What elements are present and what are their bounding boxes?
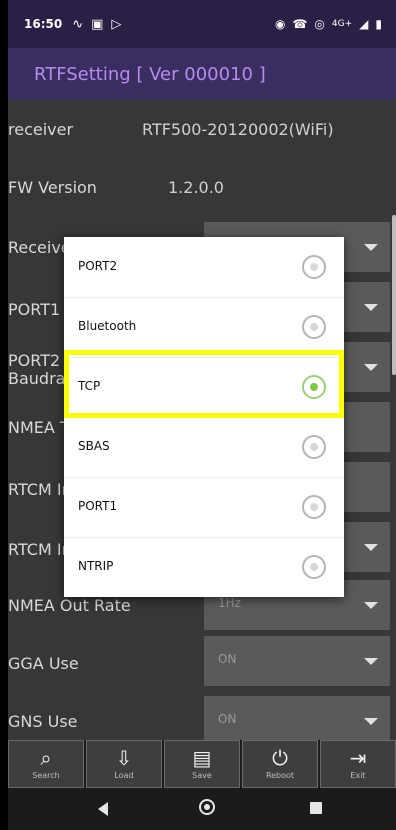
option-tcp[interactable]: TCP — [64, 357, 344, 418]
rtcm-in2-label: RTCM In — [8, 540, 72, 559]
option-ntrip[interactable]: NTRIP — [64, 537, 344, 597]
option-label: TCP — [78, 379, 101, 393]
status-bar: 16:50 ∿ ▣ ▷ ◉ ☎ ◎ 4G+ ◢ ▮ — [8, 0, 396, 48]
gns-value: ON — [218, 712, 237, 726]
chevron-down-icon — [364, 718, 378, 725]
clock: 16:50 — [24, 17, 63, 31]
nmea-label: NMEA T — [8, 418, 70, 437]
exit-icon: ⇥ — [349, 746, 367, 770]
vibrate-icon: ◉ — [274, 17, 286, 31]
chevron-down-icon — [364, 304, 378, 311]
search-icon: ⌕ — [40, 746, 52, 770]
radio-button[interactable] — [302, 555, 326, 579]
power-icon: ⏻ — [272, 746, 288, 770]
photo-icon: ▣ — [91, 16, 104, 32]
scrollbar[interactable] — [392, 215, 396, 375]
option-sbas[interactable]: SBAS — [64, 417, 344, 478]
port1-label: PORT1 — [8, 300, 61, 319]
home-icon[interactable] — [199, 799, 215, 815]
system-nav-bar — [8, 788, 396, 830]
hotspot-icon: ◎ — [314, 17, 325, 31]
exit-button[interactable]: ⇥ Exit — [320, 740, 396, 788]
load-button[interactable]: ⇩ Load — [86, 740, 162, 788]
nmea-rate-label: NMEA Out Rate — [8, 596, 131, 615]
recents-icon[interactable] — [310, 802, 322, 814]
radio-button[interactable] — [302, 315, 326, 339]
fw-label: FW Version — [8, 178, 97, 197]
battery-icon: ▮ — [375, 17, 382, 31]
radio-button[interactable] — [302, 435, 326, 459]
fw-value: 1.2.0.0 — [168, 178, 224, 197]
radio-button[interactable] — [302, 495, 326, 519]
call-wifi-icon: ☎ — [292, 17, 308, 31]
gns-label: GNS Use — [8, 712, 78, 731]
option-bluetooth[interactable]: Bluetooth — [64, 297, 344, 358]
nmea-rate-value: 1Hz — [218, 596, 241, 610]
gga-value: ON — [218, 652, 237, 666]
reboot-button[interactable]: ⏻ Reboot — [242, 740, 318, 788]
radio-button-selected[interactable] — [302, 375, 326, 399]
save-icon: ▤ — [192, 746, 212, 770]
option-label: PORT2 — [78, 259, 118, 273]
back-icon[interactable] — [98, 802, 108, 816]
receiver-label: receiver — [8, 120, 74, 139]
chevron-down-icon — [364, 244, 378, 251]
gga-spinner[interactable]: ON — [204, 636, 390, 686]
app-bar: RTFSetting [ Ver 000010 ] — [8, 48, 396, 100]
option-label: SBAS — [78, 439, 110, 453]
load-icon: ⇩ — [115, 746, 133, 770]
option-label: Bluetooth — [78, 319, 137, 333]
option-port1[interactable]: PORT1 — [64, 477, 344, 538]
radio-button[interactable] — [302, 255, 326, 279]
selection-dialog: PORT2 Bluetooth TCP SBAS PORT1 NTRIP — [64, 237, 344, 597]
search-button[interactable]: ⌕ Search — [8, 740, 84, 788]
gga-label: GGA Use — [8, 654, 79, 673]
gns-spinner[interactable]: ON — [204, 696, 390, 740]
wave-icon: ∿ — [72, 16, 84, 32]
receive-label: Receive — [8, 238, 71, 257]
receiver-value: RTF500-20120002(WiFi) — [142, 120, 334, 139]
option-port2[interactable]: PORT2 — [64, 237, 344, 298]
signal-icon: ◢ — [359, 17, 369, 31]
option-label: PORT1 — [78, 499, 118, 513]
save-button[interactable]: ▤ Save — [164, 740, 240, 788]
page-title: RTFSetting [ Ver 000010 ] — [34, 63, 266, 85]
rtcm-in-label: RTCM In — [8, 480, 72, 499]
chevron-down-icon — [364, 602, 378, 609]
4g-icon: 4G+ — [331, 19, 353, 29]
chevron-down-icon — [364, 364, 378, 371]
bottom-toolbar: ⌕ Search ⇩ Load ▤ Save ⏻ Reboot ⇥ Exit — [8, 740, 396, 788]
port2-label: PORT2 — [8, 351, 61, 370]
chevron-down-icon — [364, 658, 378, 665]
play-icon: ▷ — [111, 16, 122, 32]
chevron-down-icon — [364, 544, 378, 551]
baud-label: Baudra — [8, 369, 66, 388]
option-label: NTRIP — [78, 559, 114, 573]
